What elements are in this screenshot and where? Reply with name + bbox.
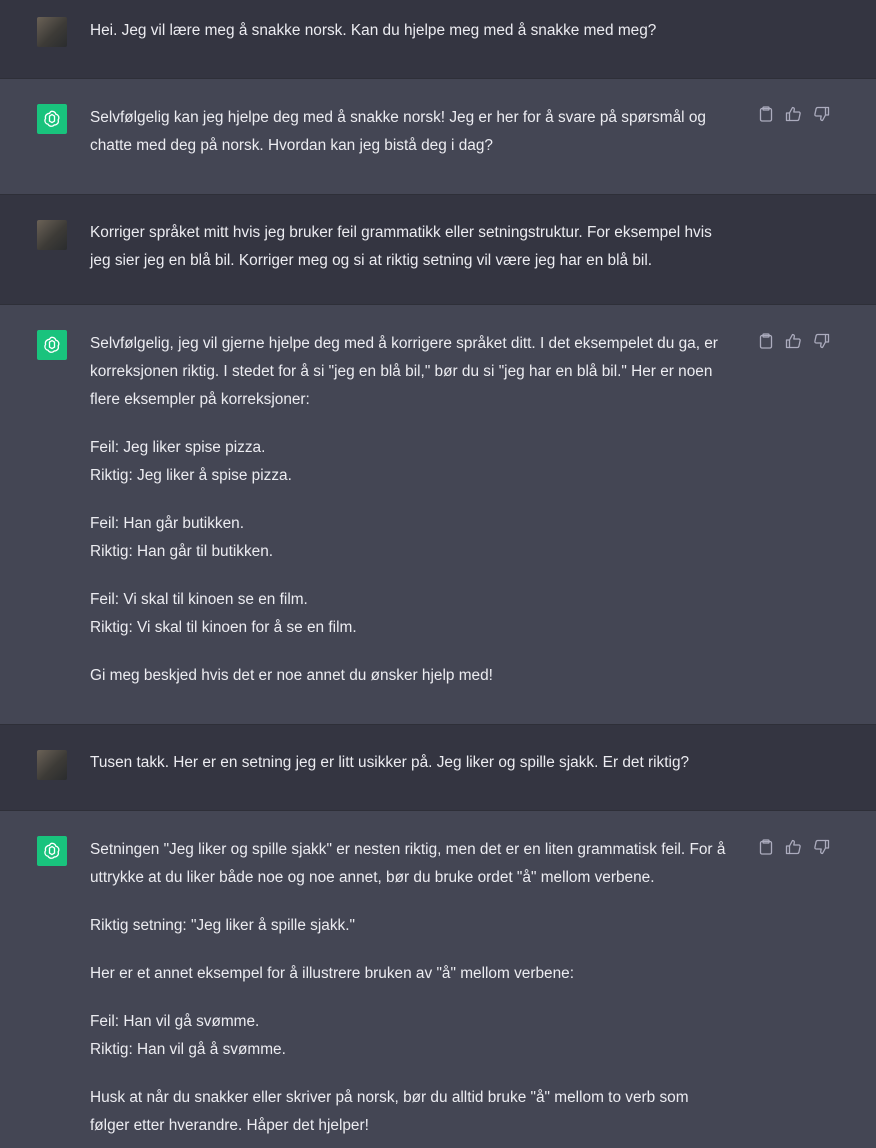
text-line: Setningen "Jeg liker og spille sjakk" er… — [90, 841, 726, 858]
text-line: chatte med deg på norsk. Hvordan kan jeg… — [90, 137, 493, 154]
clipboard-icon[interactable] — [756, 838, 775, 856]
user-message: Hei. Jeg vil lære meg å snakke norsk. Ka… — [0, 0, 876, 79]
text-line: Tusen takk. Her er en setning jeg er lit… — [90, 754, 690, 771]
message-actions — [756, 105, 831, 123]
paragraph: Riktig setning: "Jeg liker å spille sjak… — [90, 912, 746, 940]
message-actions — [756, 332, 831, 350]
text-line: Feil: Jeg liker spise pizza. — [90, 439, 266, 456]
text-line: Husk at når du snakker eller skriver på … — [90, 1089, 689, 1106]
paragraph: Hei. Jeg vil lære meg å snakke norsk. Ka… — [90, 17, 746, 45]
paragraph: Husk at når du snakker eller skriver på … — [90, 1084, 746, 1140]
paragraph: Selvfølgelig, jeg vil gjerne hjelpe deg … — [90, 330, 746, 414]
paragraph: Feil: Han går butikken. Riktig: Han går … — [90, 510, 746, 566]
message-text: Selvfølgelig, jeg vil gjerne hjelpe deg … — [90, 330, 746, 690]
text-line: Riktig setning: "Jeg liker å spille sjak… — [90, 917, 355, 934]
paragraph: Feil: Jeg liker spise pizza. Riktig: Jeg… — [90, 434, 746, 490]
message-actions — [756, 838, 831, 856]
message-text: Setningen "Jeg liker og spille sjakk" er… — [90, 836, 746, 1140]
text-line: Her er et annet eksempel for å illustrer… — [90, 965, 574, 982]
message-text: Selvfølgelig kan jeg hjelpe deg med å sn… — [90, 104, 746, 160]
paragraph: Selvfølgelig kan jeg hjelpe deg med å sn… — [90, 104, 746, 160]
assistant-message: Selvfølgelig, jeg vil gjerne hjelpe deg … — [0, 305, 876, 725]
paragraph: Tusen takk. Her er en setning jeg er lit… — [90, 749, 746, 777]
chat-thread: Hei. Jeg vil lære meg å snakke norsk. Ka… — [0, 0, 876, 1148]
message-text: Tusen takk. Her er en setning jeg er lit… — [90, 749, 746, 777]
user-avatar — [37, 220, 67, 250]
thumbs-down-icon[interactable] — [812, 105, 831, 123]
assistant-message: Setningen "Jeg liker og spille sjakk" er… — [0, 811, 876, 1148]
text-line: flere eksempler på korreksjoner: — [90, 391, 310, 408]
paragraph: Feil: Vi skal til kinoen se en film. Rik… — [90, 586, 746, 642]
text-line: Hei. Jeg vil lære meg å snakke norsk. Ka… — [90, 22, 657, 39]
text-line: Feil: Han går butikken. — [90, 515, 244, 532]
text-line: Riktig: Jeg liker å spise pizza. — [90, 467, 292, 484]
assistant-message: Selvfølgelig kan jeg hjelpe deg med å sn… — [0, 79, 876, 195]
clipboard-icon[interactable] — [756, 332, 775, 350]
paragraph: Gi meg beskjed hvis det er noe annet du … — [90, 662, 746, 690]
paragraph: Setningen "Jeg liker og spille sjakk" er… — [90, 836, 746, 892]
text-line: Riktig: Han vil gå å svømme. — [90, 1041, 286, 1058]
text-line: Selvfølgelig, jeg vil gjerne hjelpe deg … — [90, 335, 718, 352]
openai-logo-icon — [37, 104, 67, 134]
thumbs-up-icon[interactable] — [784, 105, 803, 123]
openai-logo-icon — [37, 330, 67, 360]
text-line: Gi meg beskjed hvis det er noe annet du … — [90, 667, 493, 684]
text-line: Selvfølgelig kan jeg hjelpe deg med å sn… — [90, 109, 706, 126]
user-message: Korriger språket mitt hvis jeg bruker fe… — [0, 195, 876, 305]
message-text: Korriger språket mitt hvis jeg bruker fe… — [90, 219, 746, 275]
user-avatar — [37, 17, 67, 47]
thumbs-down-icon[interactable] — [812, 838, 831, 856]
thumbs-up-icon[interactable] — [784, 838, 803, 856]
clipboard-icon[interactable] — [756, 105, 775, 123]
user-message: Tusen takk. Her er en setning jeg er lit… — [0, 725, 876, 811]
text-line: følger etter hverandre. Håper det hjelpe… — [90, 1117, 369, 1134]
thumbs-up-icon[interactable] — [784, 332, 803, 350]
user-avatar — [37, 750, 67, 780]
paragraph: Feil: Han vil gå svømme. Riktig: Han vil… — [90, 1008, 746, 1064]
thumbs-down-icon[interactable] — [812, 332, 831, 350]
text-line: Riktig: Han går til butikken. — [90, 543, 274, 560]
openai-logo-icon — [37, 836, 67, 866]
text-line: Feil: Han vil gå svømme. — [90, 1013, 260, 1030]
text-line: Feil: Vi skal til kinoen se en film. — [90, 591, 308, 608]
message-text: Hei. Jeg vil lære meg å snakke norsk. Ka… — [90, 17, 746, 45]
paragraph: Her er et annet eksempel for å illustrer… — [90, 960, 746, 988]
text-line: korreksjonen riktig. I stedet for å si "… — [90, 363, 713, 380]
text-line: Riktig: Vi skal til kinoen for å se en f… — [90, 619, 357, 636]
text-line: Korriger språket mitt hvis jeg bruker fe… — [90, 224, 712, 241]
paragraph: Korriger språket mitt hvis jeg bruker fe… — [90, 219, 746, 275]
text-line: jeg sier jeg en blå bil. Korriger meg og… — [90, 252, 653, 269]
text-line: uttrykke at du liker både noe og noe ann… — [90, 869, 655, 886]
